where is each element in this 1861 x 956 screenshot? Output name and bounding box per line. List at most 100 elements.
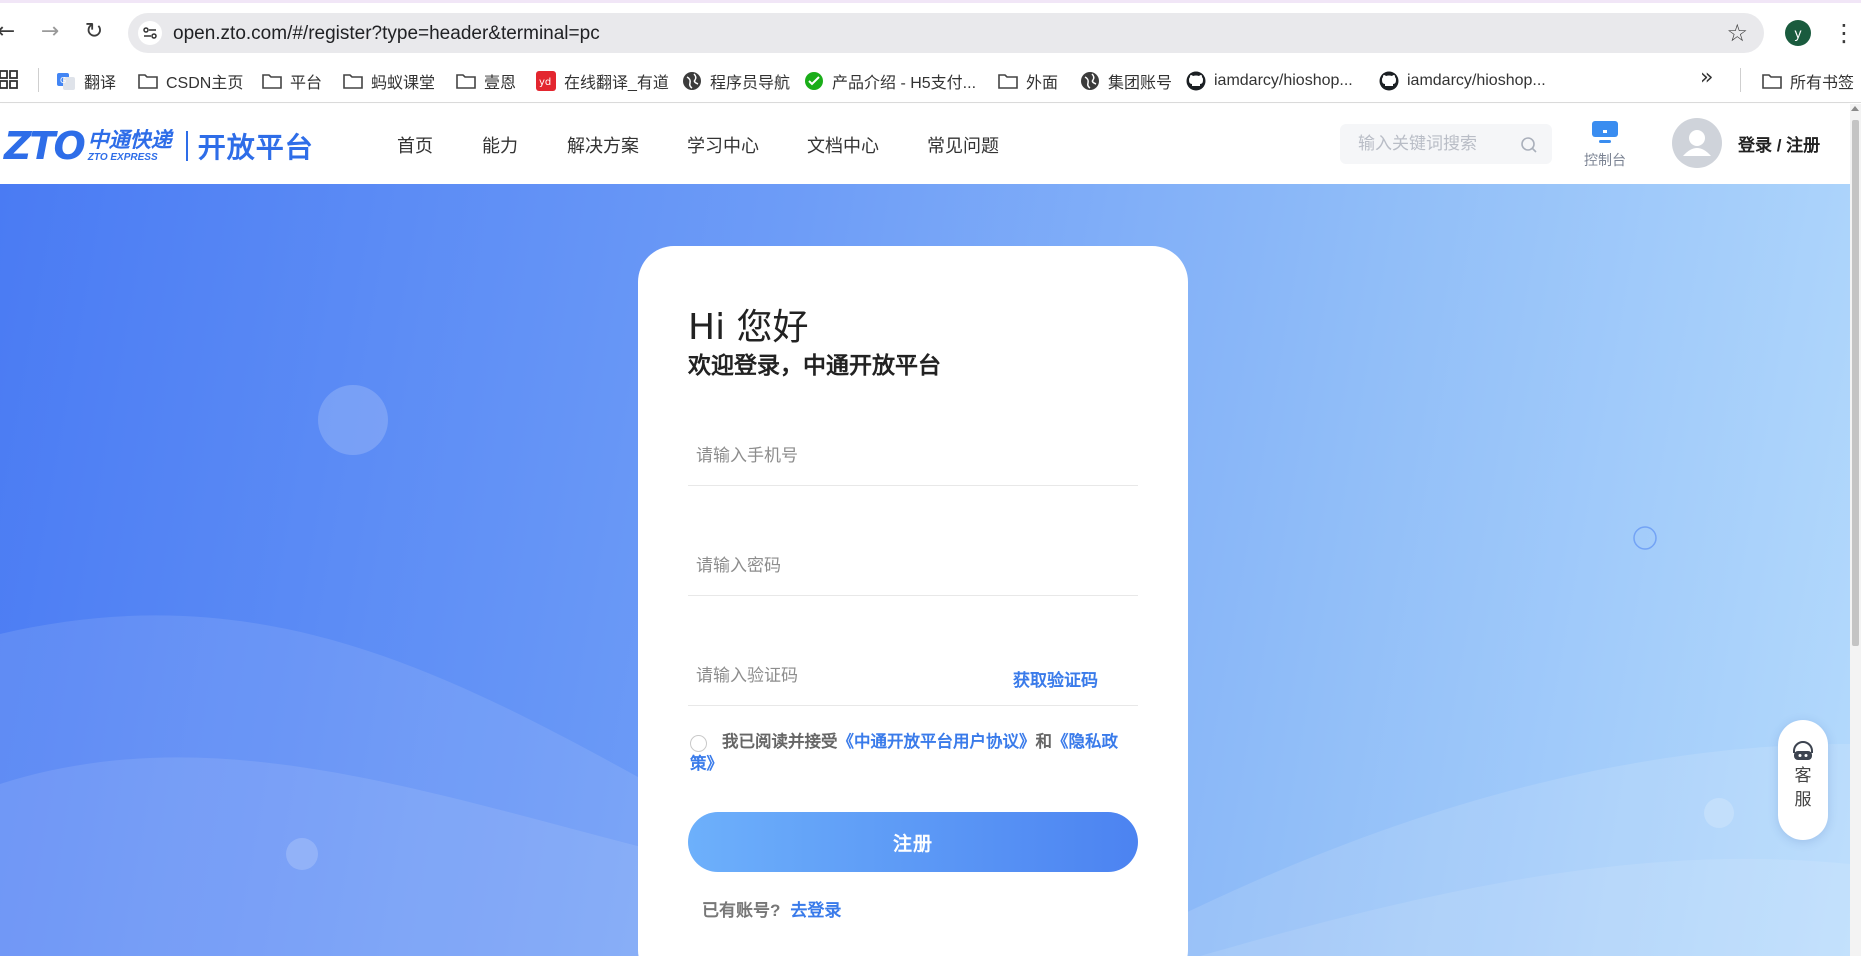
google-translate-icon: G	[56, 71, 76, 91]
svg-text:G: G	[60, 76, 66, 85]
have-account-text: 已有账号?	[702, 901, 781, 920]
browser-toolbar: ← → ↻ open.zto.com/#/register?type=heade…	[0, 3, 1861, 59]
more-bookmarks-icon[interactable]: »	[1700, 65, 1713, 90]
url-text[interactable]: open.zto.com/#/register?type=header&term…	[173, 23, 600, 45]
folder-icon	[343, 71, 363, 91]
bookmark-star-icon[interactable]: ☆	[1726, 19, 1748, 47]
github-icon	[1379, 71, 1399, 91]
console-label: 控制台	[1584, 152, 1626, 168]
folder-icon	[998, 71, 1018, 91]
user-icon	[1683, 130, 1711, 156]
bookmark-label: 壹恩	[484, 75, 517, 92]
platform-name: 开放平台	[197, 132, 314, 163]
search-icon[interactable]	[1520, 136, 1538, 154]
bookmark-label: 产品介绍 - H5支付...	[832, 75, 977, 92]
site-header: ZTO 中通快递 ZTO EXPRESS 开放平台 首页 能力 解决方案 学习中…	[0, 104, 1850, 184]
agreement: 我已阅读并接受《中通开放平台用户协议》和《隐私政策》	[690, 731, 1130, 775]
zto-logo[interactable]: ZTO 中通快递 ZTO EXPRESS 开放平台	[4, 124, 314, 168]
greeting-title: Hi 您好	[688, 307, 809, 348]
bookmark-item[interactable]: iamdarcy/hioshop...	[1186, 68, 1353, 94]
bookmark-label: 程序员导航	[710, 75, 791, 92]
bookmark-item[interactable]: 壹恩	[456, 68, 516, 94]
nav-capability[interactable]: 能力	[482, 132, 518, 158]
bookmark-item[interactable]: 程序员导航	[682, 68, 790, 94]
agree-and: 和	[1035, 733, 1053, 751]
search-input[interactable]	[1358, 124, 1518, 164]
console-link[interactable]: 控制台	[1580, 120, 1630, 176]
back-icon[interactable]: ←	[0, 17, 20, 45]
bookmarks-divider	[38, 68, 39, 92]
login-prompt: 已有账号? 去登录	[702, 896, 841, 921]
logo-cn-block: 中通快递 ZTO EXPRESS	[88, 130, 172, 163]
github-icon	[1186, 71, 1206, 91]
bookmark-label: 平台	[290, 75, 323, 92]
nav-docs[interactable]: 文档中心	[807, 132, 879, 158]
password-input[interactable]	[696, 548, 996, 584]
folder-icon	[262, 71, 282, 91]
forward-icon[interactable]: →	[36, 17, 64, 45]
site-search	[1340, 124, 1552, 164]
scrollbar-thumb[interactable]	[1852, 120, 1859, 646]
bookmark-label: 在线翻译_有道	[564, 75, 669, 92]
go-login-link[interactable]: 去登录	[790, 901, 841, 920]
code-field: 获取验证码	[688, 646, 1138, 706]
code-input[interactable]	[696, 658, 996, 694]
folder-icon	[1762, 71, 1782, 91]
phone-input[interactable]	[696, 438, 996, 474]
bookmarks-bar: G 翻译 CSDN主页 平台 蚂蚁课堂 壹恩 yd 在线翻译_有道 程序员导航 …	[0, 59, 1861, 103]
logo-zto-text: ZTO	[4, 124, 86, 168]
agree-prefix: 我已阅读并接受	[722, 733, 838, 751]
welcome-subtitle: 欢迎登录，中通开放平台	[688, 352, 941, 378]
logo-en-text: ZTO EXPRESS	[87, 151, 158, 163]
avatar[interactable]	[1672, 118, 1722, 168]
site-settings-icon[interactable]	[138, 21, 162, 45]
reload-icon[interactable]: ↻	[80, 17, 108, 45]
folder-icon	[138, 71, 158, 91]
nav-faq[interactable]: 常见问题	[927, 132, 999, 158]
nav-solutions[interactable]: 解决方案	[567, 132, 639, 158]
customer-service-widget[interactable]: 客服	[1778, 720, 1828, 840]
address-bar[interactable]: open.zto.com/#/register?type=header&term…	[128, 13, 1764, 53]
all-bookmarks-label: 所有书签	[1790, 75, 1855, 92]
globe-icon	[682, 71, 702, 91]
agree-checkbox[interactable]	[690, 735, 707, 752]
bookmark-item[interactable]: G 翻译	[56, 68, 116, 94]
bookmark-item[interactable]: 外面	[998, 68, 1058, 94]
register-button[interactable]: 注册	[688, 812, 1138, 872]
apps-grid-icon[interactable]	[0, 69, 22, 91]
bookmark-item[interactable]: iamdarcy/hioshop...	[1379, 68, 1546, 94]
headset-icon	[1793, 741, 1813, 760]
folder-icon	[456, 71, 476, 91]
phone-field	[688, 426, 1138, 486]
youdao-icon: yd	[536, 71, 556, 91]
bookmark-item[interactable]: 集团账号	[1080, 68, 1172, 94]
password-field	[688, 536, 1138, 596]
svg-text:yd: yd	[539, 77, 551, 88]
bookmark-item[interactable]: 产品介绍 - H5支付...	[804, 68, 976, 94]
agreement-text: 我已阅读并接受《中通开放平台用户协议》和《隐私政策》	[690, 731, 1130, 775]
register-card: Hi 您好 欢迎登录，中通开放平台 获取验证码 我已阅读并接受《中通开放平台用户…	[638, 246, 1188, 956]
bookmark-label: iamdarcy/hioshop...	[1407, 72, 1546, 89]
get-code-button[interactable]: 获取验证码	[1013, 666, 1098, 691]
nav-home[interactable]: 首页	[397, 132, 433, 158]
all-bookmarks[interactable]: 所有书签	[1762, 68, 1854, 94]
bookmark-label: 翻译	[84, 75, 117, 92]
bookmark-label: 集团账号	[1108, 75, 1173, 92]
login-register-link[interactable]: 登录 / 注册	[1738, 131, 1820, 156]
bookmark-item[interactable]: 平台	[262, 68, 322, 94]
bookmark-label: 外面	[1026, 75, 1059, 92]
bookmarks-divider	[1740, 68, 1741, 92]
logo-divider	[185, 131, 188, 161]
profile-avatar[interactable]: y	[1785, 20, 1811, 46]
nav-learning[interactable]: 学习中心	[687, 132, 759, 158]
bookmark-item[interactable]: 蚂蚁课堂	[343, 68, 435, 94]
bookmark-item[interactable]: yd 在线翻译_有道	[536, 68, 669, 94]
scroll-up-arrow-icon[interactable]	[1851, 106, 1859, 111]
monitor-icon	[1592, 121, 1618, 143]
bookmark-label: CSDN主页	[166, 75, 244, 92]
bookmark-item[interactable]: CSDN主页	[138, 68, 243, 94]
browser-menu-icon[interactable]: ⋮	[1832, 19, 1856, 47]
logo-cn-text: 中通快递	[87, 128, 172, 152]
user-agreement-link[interactable]: 《中通开放平台用户协议》	[838, 733, 1036, 751]
globe-icon	[1080, 71, 1100, 91]
